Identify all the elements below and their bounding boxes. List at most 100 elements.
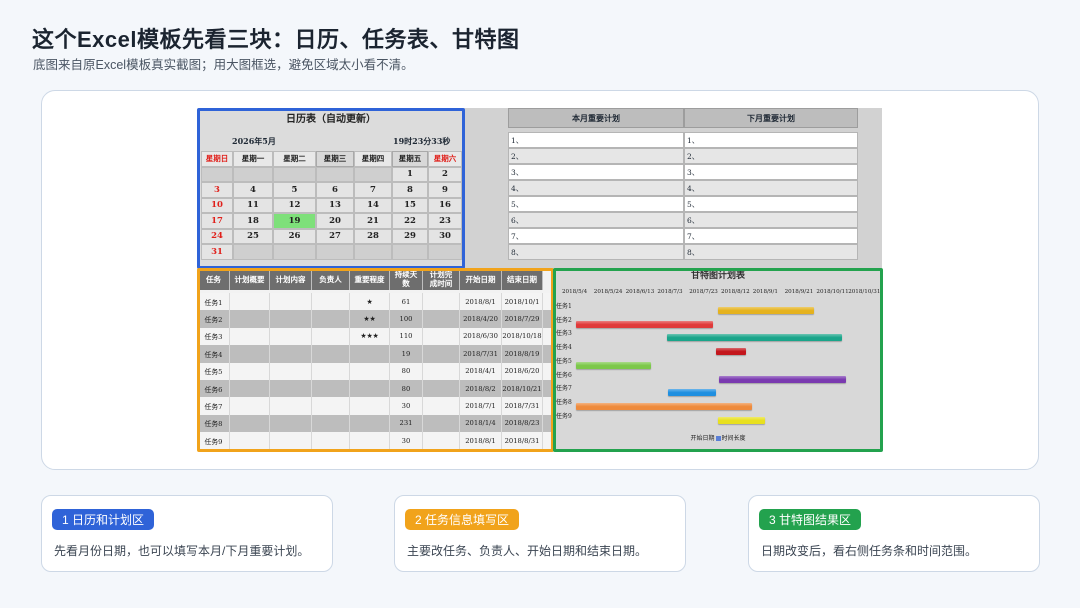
task-task-cell[interactable]: 任务6 [198, 380, 230, 398]
this-month-plan-row[interactable]: 5、 [508, 196, 684, 212]
calendar-day[interactable]: 27 [316, 228, 354, 244]
calendar-day[interactable]: 4 [233, 182, 273, 198]
task-empty-cell[interactable] [312, 327, 350, 346]
calendar-day[interactable]: 1 [392, 166, 428, 182]
next-month-plan-row[interactable]: 3、 [684, 164, 858, 180]
task-importance-cell[interactable]: ★★ [350, 310, 390, 328]
task-empty-cell[interactable] [423, 310, 460, 328]
task-days-cell[interactable]: 61 [390, 293, 423, 311]
task-empty-cell[interactable] [312, 380, 350, 398]
task-days-cell[interactable]: 19 [390, 345, 423, 363]
task-end-cell[interactable]: 2018/10/21 [502, 380, 543, 398]
calendar-day[interactable]: 25 [233, 228, 273, 244]
task-empty-cell[interactable] [270, 414, 312, 433]
task-task-cell[interactable]: 任务1 [198, 293, 230, 311]
task-start-cell[interactable]: 2018/1/4 [460, 414, 502, 433]
calendar-day[interactable]: 6 [316, 182, 354, 198]
next-month-plan-row[interactable]: 6、 [684, 212, 858, 228]
task-importance-cell[interactable] [350, 397, 390, 415]
task-task-cell[interactable]: 任务3 [198, 327, 230, 346]
task-empty-cell[interactable] [312, 293, 350, 311]
task-task-cell[interactable]: 任务9 [198, 432, 230, 450]
task-task-cell[interactable]: 任务5 [198, 362, 230, 380]
calendar-day[interactable]: 8 [392, 182, 428, 198]
task-days-cell[interactable]: 80 [390, 362, 423, 380]
this-month-plan-row[interactable]: 2、 [508, 148, 684, 164]
task-start-cell[interactable]: 2018/7/31 [460, 345, 502, 363]
task-empty-cell[interactable] [423, 397, 460, 415]
task-days-cell[interactable]: 30 [390, 432, 423, 450]
calendar-day[interactable]: 3 [201, 182, 233, 198]
calendar-day[interactable]: 16 [428, 197, 462, 213]
calendar-day[interactable]: 17 [201, 213, 233, 229]
task-start-cell[interactable]: 2018/8/2 [460, 380, 502, 398]
task-empty-cell[interactable] [270, 345, 312, 363]
task-end-cell[interactable]: 2018/7/31 [502, 397, 543, 415]
calendar-day[interactable]: 11 [233, 197, 273, 213]
task-task-cell[interactable]: 任务7 [198, 397, 230, 415]
task-days-cell[interactable]: 80 [390, 380, 423, 398]
task-task-cell[interactable]: 任务4 [198, 345, 230, 363]
task-empty-cell[interactable] [270, 432, 312, 450]
task-empty-cell[interactable] [312, 414, 350, 433]
task-empty-cell[interactable] [230, 432, 270, 450]
task-days-cell[interactable]: 100 [390, 310, 423, 328]
task-empty-cell[interactable] [312, 362, 350, 380]
calendar-day[interactable]: 19 [273, 213, 316, 229]
this-month-plan-row[interactable]: 7、 [508, 228, 684, 244]
calendar-day[interactable]: 14 [354, 197, 392, 213]
task-empty-cell[interactable] [270, 380, 312, 398]
task-task-cell[interactable]: 任务2 [198, 310, 230, 328]
task-empty-cell[interactable] [423, 414, 460, 433]
task-importance-cell[interactable] [350, 432, 390, 450]
task-start-cell[interactable]: 2018/8/1 [460, 293, 502, 311]
task-empty-cell[interactable] [270, 293, 312, 311]
task-importance-cell[interactable] [350, 380, 390, 398]
task-start-cell[interactable]: 2018/6/30 [460, 327, 502, 346]
next-month-plan-row[interactable]: 4、 [684, 180, 858, 196]
task-empty-cell[interactable] [423, 362, 460, 380]
task-empty-cell[interactable] [270, 362, 312, 380]
task-empty-cell[interactable] [423, 380, 460, 398]
task-empty-cell[interactable] [312, 310, 350, 328]
task-end-cell[interactable]: 2018/8/31 [502, 432, 543, 450]
task-importance-cell[interactable] [350, 414, 390, 433]
task-end-cell[interactable]: 2018/10/1 [502, 293, 543, 311]
calendar-day[interactable]: 29 [392, 228, 428, 244]
calendar-day[interactable]: 23 [428, 213, 462, 229]
task-end-cell[interactable]: 2018/7/29 [502, 310, 543, 328]
task-start-cell[interactable]: 2018/7/1 [460, 397, 502, 415]
task-start-cell[interactable]: 2018/4/20 [460, 310, 502, 328]
this-month-plan-row[interactable]: 6、 [508, 212, 684, 228]
task-empty-cell[interactable] [230, 397, 270, 415]
calendar-day[interactable]: 7 [354, 182, 392, 198]
task-empty-cell[interactable] [270, 327, 312, 346]
next-month-plan-row[interactable]: 8、 [684, 244, 858, 260]
task-empty-cell[interactable] [423, 327, 460, 346]
calendar-day[interactable]: 12 [273, 197, 316, 213]
calendar-day[interactable]: 31 [201, 244, 233, 260]
task-empty-cell[interactable] [312, 432, 350, 450]
calendar-day[interactable]: 15 [392, 197, 428, 213]
next-month-plan-row[interactable]: 7、 [684, 228, 858, 244]
this-month-plan-row[interactable]: 8、 [508, 244, 684, 260]
task-end-cell[interactable]: 2018/6/20 [502, 362, 543, 380]
calendar-day[interactable]: 18 [233, 213, 273, 229]
task-empty-cell[interactable] [312, 397, 350, 415]
next-month-plan-row[interactable]: 5、 [684, 196, 858, 212]
task-start-cell[interactable]: 2018/4/1 [460, 362, 502, 380]
task-empty-cell[interactable] [423, 345, 460, 363]
task-empty-cell[interactable] [230, 327, 270, 346]
calendar-day[interactable]: 24 [201, 228, 233, 244]
calendar-day[interactable]: 22 [392, 213, 428, 229]
task-days-cell[interactable]: 30 [390, 397, 423, 415]
calendar-day[interactable]: 5 [273, 182, 316, 198]
task-empty-cell[interactable] [270, 397, 312, 415]
task-empty-cell[interactable] [423, 293, 460, 311]
this-month-plan-row[interactable]: 3、 [508, 164, 684, 180]
task-empty-cell[interactable] [423, 432, 460, 450]
task-empty-cell[interactable] [230, 362, 270, 380]
calendar-day[interactable]: 2 [428, 166, 462, 182]
calendar-day[interactable]: 28 [354, 228, 392, 244]
task-empty-cell[interactable] [312, 345, 350, 363]
